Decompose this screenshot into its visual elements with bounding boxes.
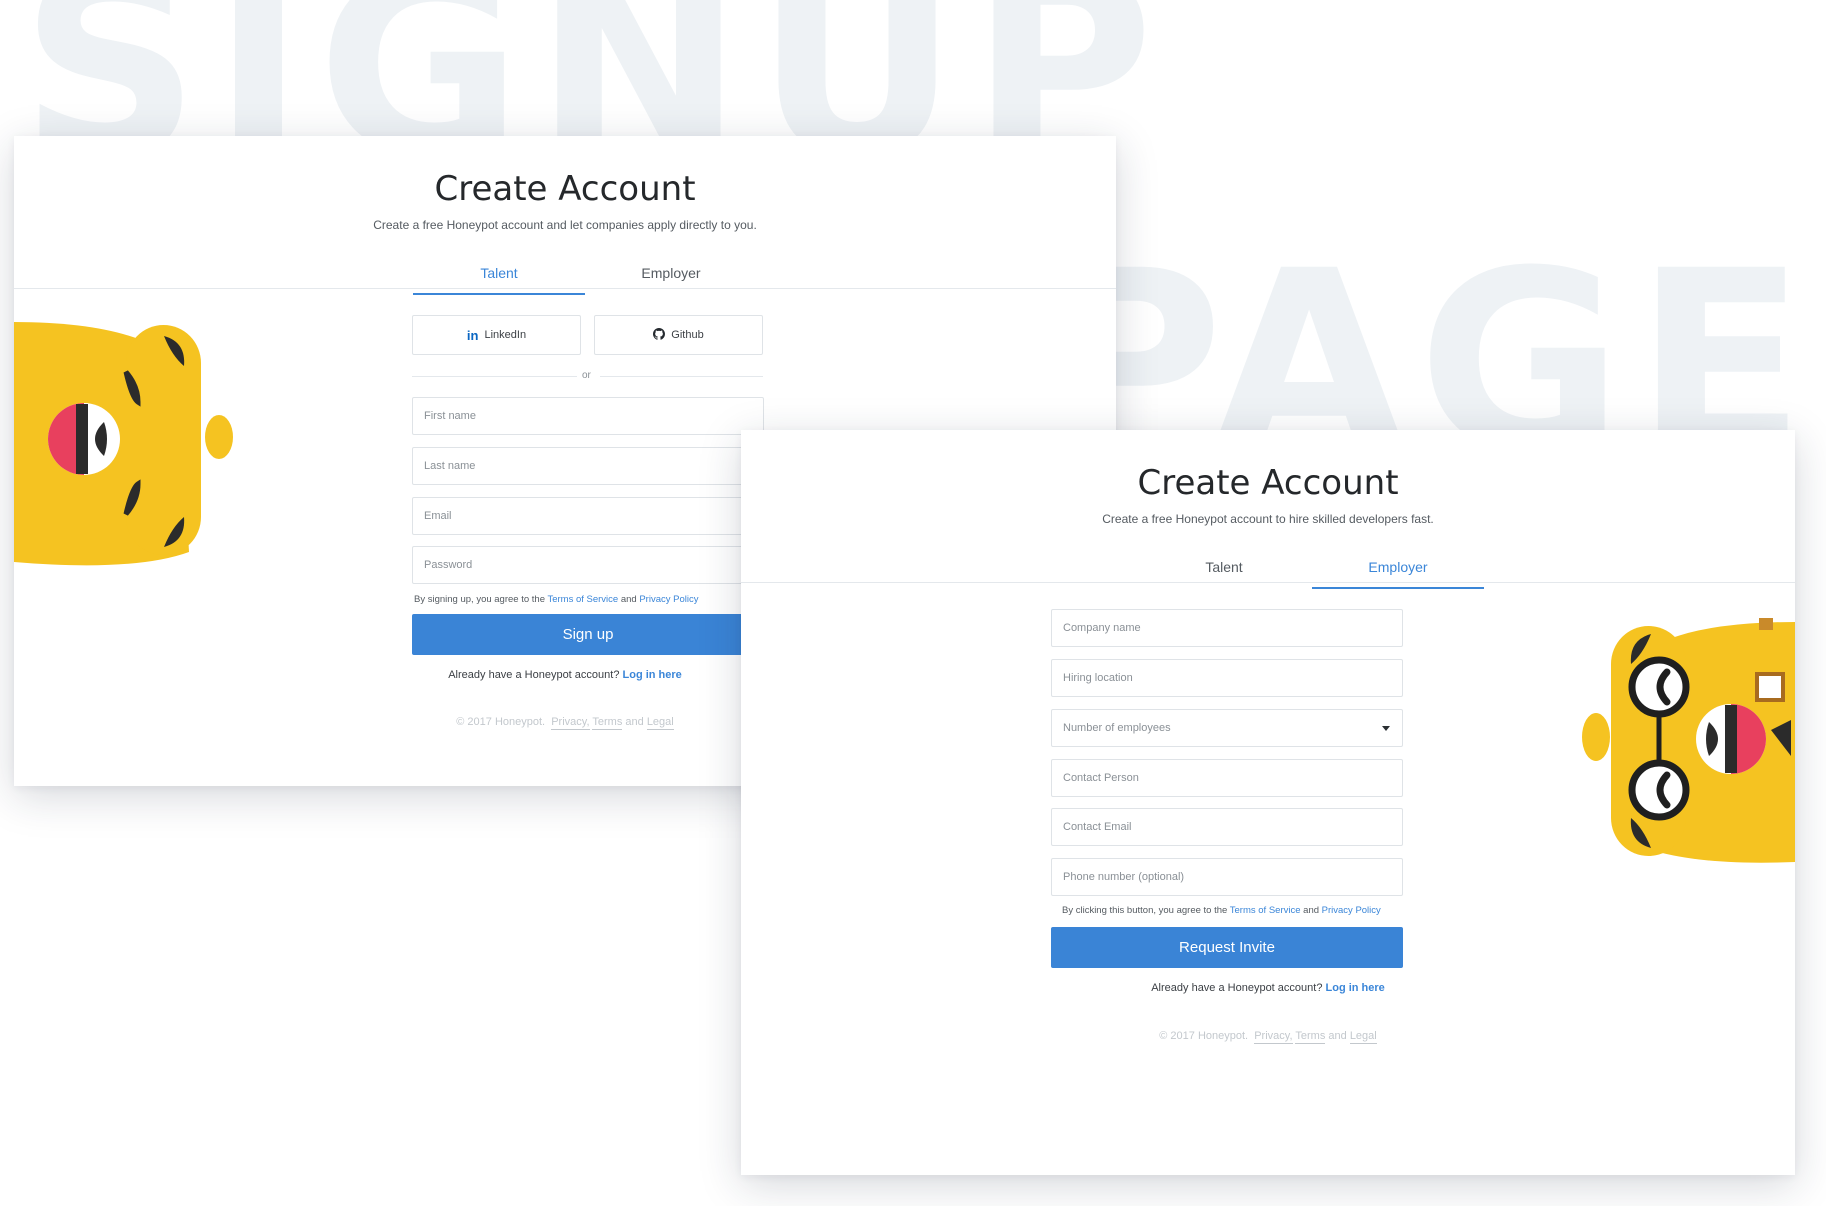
- footer-terms-link[interactable]: Terms: [592, 716, 623, 730]
- first-name-input[interactable]: [412, 397, 764, 435]
- page-subtitle: Create a free Honeypot account and let c…: [373, 218, 757, 232]
- log-in-link[interactable]: Log in here: [623, 669, 682, 681]
- tab-employer[interactable]: Employer: [1312, 559, 1484, 589]
- privacy-policy-link[interactable]: Privacy Policy: [639, 594, 698, 605]
- tab-employer[interactable]: Employer: [585, 265, 757, 293]
- login-prompt-text: Already have a Honeypot account?: [1151, 982, 1326, 994]
- privacy-policy-link[interactable]: Privacy Policy: [1322, 905, 1381, 916]
- or-divider-right: [600, 376, 763, 377]
- login-prompt-text: Already have a Honeypot account?: [448, 669, 623, 681]
- github-button[interactable]: Github: [594, 315, 763, 355]
- terms-and: and: [618, 594, 640, 605]
- last-name-input[interactable]: [412, 447, 764, 485]
- or-label: or: [582, 370, 591, 381]
- footer: © 2017 Honeypot. Privacy, Terms and Lega…: [741, 1030, 1795, 1044]
- terms-prefix: By clicking this button, you agree to th…: [1062, 905, 1230, 916]
- terms-of-service-link[interactable]: Terms of Service: [547, 594, 618, 605]
- honeypot-mascot-left: [14, 322, 233, 566]
- tab-talent[interactable]: Talent: [1138, 559, 1310, 587]
- phone-input[interactable]: [1051, 858, 1403, 896]
- honeypot-mascot-right: [1582, 618, 1795, 863]
- terms-of-service-link[interactable]: Terms of Service: [1230, 905, 1301, 916]
- page-title: Create Account: [434, 169, 696, 209]
- github-label: Github: [671, 329, 704, 341]
- footer-and: and: [622, 716, 647, 728]
- footer-and: and: [1325, 1030, 1350, 1042]
- email-input[interactable]: [412, 497, 764, 535]
- password-input[interactable]: [412, 546, 764, 584]
- footer-privacy-link[interactable]: Privacy,: [1254, 1030, 1293, 1044]
- page-title: Create Account: [1137, 463, 1399, 503]
- terms-and: and: [1300, 905, 1322, 916]
- employees-select-value: Number of employees: [1063, 722, 1171, 734]
- footer-terms-link[interactable]: Terms: [1295, 1030, 1326, 1044]
- employer-signup-card: Create Account Create a free Honeypot ac…: [741, 430, 1795, 1175]
- linkedin-button[interactable]: in LinkedIn: [412, 315, 581, 355]
- terms-agreement: By signing up, you agree to the Terms of…: [414, 594, 698, 605]
- or-divider-left: [412, 376, 577, 377]
- contact-person-input[interactable]: [1051, 759, 1403, 797]
- company-name-input[interactable]: [1051, 609, 1403, 647]
- sign-up-button[interactable]: Sign up: [412, 614, 764, 655]
- log-in-link[interactable]: Log in here: [1326, 982, 1385, 994]
- footer-legal-link[interactable]: Legal: [646, 716, 674, 730]
- page-subtitle: Create a free Honeypot account to hire s…: [1102, 512, 1434, 526]
- footer-privacy-link[interactable]: Privacy,: [551, 716, 590, 730]
- request-invite-button[interactable]: Request Invite: [1051, 927, 1403, 968]
- terms-prefix: By signing up, you agree to the: [414, 594, 548, 605]
- employees-select[interactable]: Number of employees: [1051, 709, 1403, 747]
- footer-legal-link[interactable]: Legal: [1349, 1030, 1377, 1044]
- footer-copyright: © 2017 Honeypot.: [456, 716, 546, 728]
- login-prompt: Already have a Honeypot account? Log in …: [741, 982, 1795, 994]
- contact-email-input[interactable]: [1051, 808, 1403, 846]
- tab-talent[interactable]: Talent: [413, 265, 585, 295]
- hiring-location-input[interactable]: [1051, 659, 1403, 697]
- terms-agreement: By clicking this button, you agree to th…: [1062, 905, 1381, 916]
- linkedin-label: LinkedIn: [484, 329, 527, 341]
- github-icon: [653, 327, 666, 343]
- linkedin-icon: in: [466, 327, 479, 343]
- caret-down-icon: [1382, 726, 1390, 731]
- footer-copyright: © 2017 Honeypot.: [1159, 1030, 1249, 1042]
